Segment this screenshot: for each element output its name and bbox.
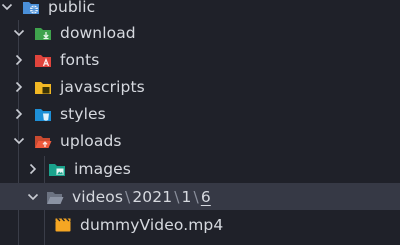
tree-item-styles[interactable]: styles (0, 100, 400, 127)
tree-item-videos[interactable]: videos \ 2021 \ 1 \ 6 (0, 183, 400, 210)
tree-item-javascripts[interactable]: javascripts (0, 73, 400, 100)
tree-item-label: styles (60, 104, 106, 123)
fonts-folder-icon (34, 51, 52, 69)
folder-path: videos \ 2021 \ 1 \ 6 (72, 188, 211, 206)
path-separator: \ (174, 187, 180, 206)
chevron-right-icon[interactable] (12, 80, 26, 94)
tree-item-label: fonts (60, 50, 100, 69)
public-folder-icon (22, 0, 40, 16)
tree-item-dummy-video[interactable]: dummyVideo.mp4 (0, 211, 400, 238)
chevron-down-icon[interactable] (12, 134, 26, 148)
path-segment[interactable]: 2021 (132, 188, 172, 206)
tree-item-label: images (74, 159, 131, 178)
tree-item-label: dummyVideo.mp4 (80, 215, 224, 234)
uploads-folder-open-icon (34, 132, 52, 150)
download-folder-icon (34, 24, 52, 42)
path-segment[interactable]: 6 (201, 188, 211, 206)
path-segment[interactable]: 1 (182, 188, 192, 206)
chevron-right-icon[interactable] (12, 53, 26, 67)
tree-item-label: download (60, 23, 136, 42)
chevron-down-icon[interactable] (26, 190, 40, 204)
tree-item-label: uploads (60, 131, 122, 150)
tree-item-label: public (48, 0, 96, 16)
javascripts-folder-icon (34, 78, 52, 96)
tree-item-public[interactable]: public (0, 0, 400, 20)
tree-item-uploads[interactable]: uploads (0, 127, 400, 154)
tree-item-label: javascripts (60, 77, 145, 96)
tree-item-images[interactable]: images (0, 155, 400, 182)
videos-folder-open-icon (46, 188, 64, 206)
chevron-right-icon[interactable] (12, 107, 26, 121)
path-separator: \ (125, 187, 131, 206)
path-separator: \ (193, 187, 199, 206)
styles-folder-icon (34, 105, 52, 123)
video-file-icon (54, 216, 72, 234)
images-folder-icon (48, 160, 66, 178)
tree-item-download[interactable]: download (0, 19, 400, 46)
path-segment[interactable]: videos (72, 188, 123, 206)
chevron-right-icon[interactable] (26, 162, 40, 176)
tree-item-fonts[interactable]: fonts (0, 46, 400, 73)
chevron-down-icon[interactable] (12, 26, 26, 40)
chevron-down-icon[interactable] (0, 0, 14, 14)
